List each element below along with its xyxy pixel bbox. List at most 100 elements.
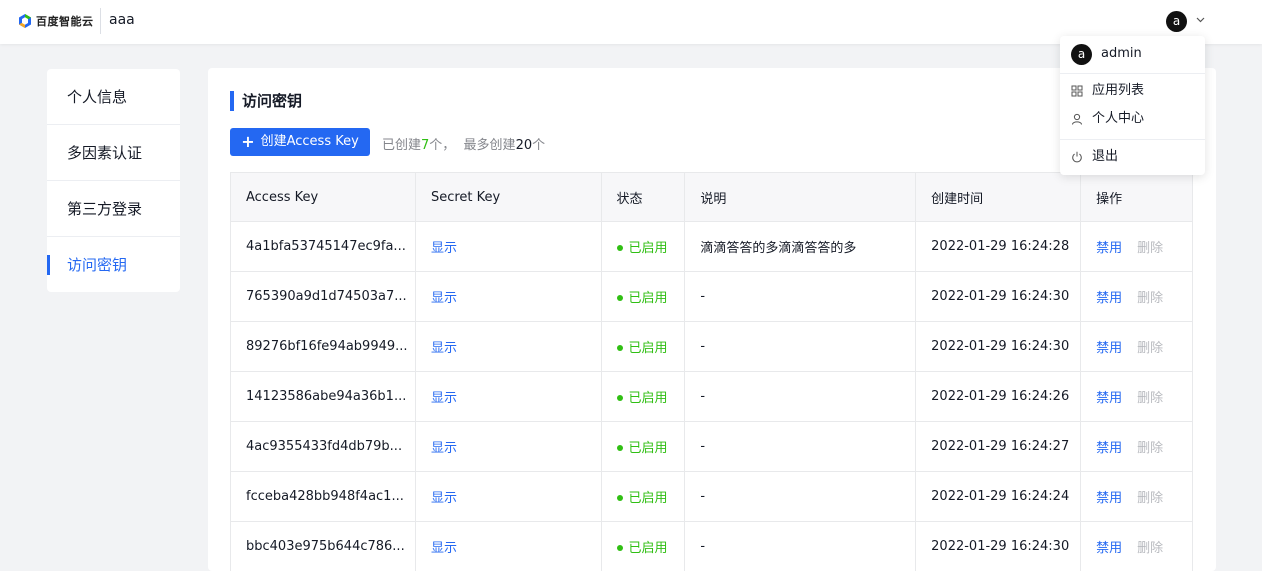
plus-icon: + [241,132,255,151]
actions-cell: 禁用 删除 [1080,421,1193,472]
secret-key-cell: 显示 [414,221,602,272]
quota-prefix: 已创建 [382,138,422,153]
actions-cell: 禁用 删除 [1080,371,1193,422]
status-cell: 已启用 [600,421,686,472]
create-access-key-button[interactable]: + 创建Access Key [230,128,370,156]
secret-key-cell: 显示 [414,471,602,522]
col-header-actions: 操作 [1080,172,1193,222]
logo[interactable]: 百度智能云 [18,13,94,29]
user-icon [1072,113,1082,125]
created-time-cell: 2022-01-29 16:24:30 [915,271,1082,322]
sidebar-item-profile[interactable]: 个人信息 [47,69,180,125]
table-row: bbc403e975b644c786... 显示 已启用 -2022-01-29 16… [230,521,1193,571]
chevron-down-icon[interactable] [1195,14,1206,25]
tenant-name[interactable]: aaa [109,12,135,28]
delete-button[interactable]: 删除 [1137,291,1163,306]
menu-item-logout[interactable]: 退出 [1060,143,1205,171]
sidebar-item-third-party-login[interactable]: 第三方登录 [47,181,180,237]
show-secret-link[interactable]: 显示 [431,291,457,306]
disable-button[interactable]: 禁用 [1096,391,1122,406]
avatar[interactable]: a [1166,11,1187,32]
status-badge: 已启用 [628,541,668,556]
access-key-cell: 89276bf16fe94ab9949... [230,321,416,372]
access-key-cell: bbc403e975b644c786... [230,521,416,571]
secret-key-cell: 显示 [414,321,602,372]
quota-suffix: 个 [532,138,546,153]
col-header-access-key: Access Key [230,172,416,222]
disable-button[interactable]: 禁用 [1096,491,1122,506]
description-cell: - [684,471,917,522]
disable-button[interactable]: 禁用 [1096,291,1122,306]
disable-button[interactable]: 禁用 [1096,441,1122,456]
created-time-cell: 2022-01-29 16:24:24 [915,471,1082,522]
show-secret-link[interactable]: 显示 [431,341,457,356]
status-badge: 已启用 [628,391,668,406]
status-badge: 已启用 [628,441,668,456]
disable-button[interactable]: 禁用 [1096,241,1122,256]
table-row: 4a1bfa53745147ec9fa... 显示 已启用 滴滴答答的多滴滴答答的多 2… [230,221,1193,272]
created-time-cell: 2022-01-29 16:24:27 [915,421,1082,472]
menu-item-label: 应用列表 [1092,83,1145,98]
delete-button[interactable]: 删除 [1137,241,1163,256]
quota-max-count: 20 [515,138,533,153]
delete-button[interactable]: 删除 [1137,341,1163,356]
divider [100,8,101,34]
status-cell: 已启用 [600,521,686,571]
quota-text: 已创建7个， 最多创建20个 [382,134,545,153]
menu-item-personal-center[interactable]: 个人中心 [1060,105,1205,133]
quota-mid: 个， 最多创建 [429,138,516,153]
status-dot-icon [616,545,623,551]
table-header-row: Access Key Secret Key 状态 说明 创建时间 操作 [230,172,1193,222]
table-row: 89276bf16fe94ab9949... 显示 已启用 -2022-01-29 1… [230,321,1193,372]
secret-key-cell: 显示 [414,421,602,472]
status-dot-icon [616,395,623,401]
show-secret-link[interactable]: 显示 [431,391,457,406]
status-cell: 已启用 [600,321,686,372]
access-key-cell: 765390a9d1d74503a7... [230,271,416,322]
grid-icon [1071,85,1083,97]
description-cell: - [684,321,917,372]
status-badge: 已启用 [628,491,668,506]
status-dot-icon [616,495,623,501]
status-dot-icon [616,245,623,251]
menu-item-label: 个人中心 [1092,111,1145,126]
secret-key-cell: 显示 [414,521,602,571]
show-secret-link[interactable]: 显示 [431,541,457,556]
access-key-table: Access Key Secret Key 状态 说明 创建时间 操作 4a1b… [230,172,1193,571]
access-key-cell: fcceba428bb948f4ac1... [230,471,416,522]
created-time-cell: 2022-01-29 16:24:30 [915,321,1082,372]
actions-cell: 禁用 删除 [1080,321,1193,372]
status-cell: 已启用 [600,271,686,322]
user-dropdown-menu: a admin 应用列表 个人中心 退出 [1060,36,1205,175]
dropdown-user-header: a admin [1060,36,1205,74]
status-cell: 已启用 [600,471,686,522]
actions-cell: 禁用 删除 [1080,221,1193,272]
show-secret-link[interactable]: 显示 [431,491,457,506]
disable-button[interactable]: 禁用 [1096,541,1122,556]
delete-button[interactable]: 删除 [1137,441,1163,456]
sidebar: 个人信息 多因素认证 第三方登录 访问密钥 [47,69,180,292]
col-header-secret-key: Secret Key [414,172,602,222]
table-row: 765390a9d1d74503a7... 显示 已启用 -2022-01-29 16… [230,271,1193,322]
delete-button[interactable]: 删除 [1137,391,1163,406]
actions-cell: 禁用 删除 [1080,471,1193,522]
status-dot-icon [616,445,623,451]
description-cell: - [684,371,917,422]
delete-button[interactable]: 删除 [1137,541,1163,556]
table-row: fcceba428bb948f4ac1... 显示 已启用 -2022-01-29 1… [230,471,1193,522]
disable-button[interactable]: 禁用 [1096,341,1122,356]
menu-item-app-list[interactable]: 应用列表 [1060,77,1205,105]
col-header-status: 状态 [600,172,686,222]
sidebar-item-mfa[interactable]: 多因素认证 [47,125,180,181]
status-dot-icon [616,345,623,351]
created-time-cell: 2022-01-29 16:24:28 [915,221,1082,272]
description-cell: - [684,421,917,472]
sidebar-item-access-keys[interactable]: 访问密钥 [47,237,180,293]
show-secret-link[interactable]: 显示 [431,241,457,256]
page-title: 访问密钥 [230,90,302,112]
secret-key-cell: 显示 [414,271,602,322]
table-row: 4ac9355433fd4db79b... 显示 已启用 -2022-01-29 16… [230,421,1193,472]
show-secret-link[interactable]: 显示 [431,441,457,456]
delete-button[interactable]: 删除 [1137,491,1163,506]
status-cell: 已启用 [600,221,686,272]
